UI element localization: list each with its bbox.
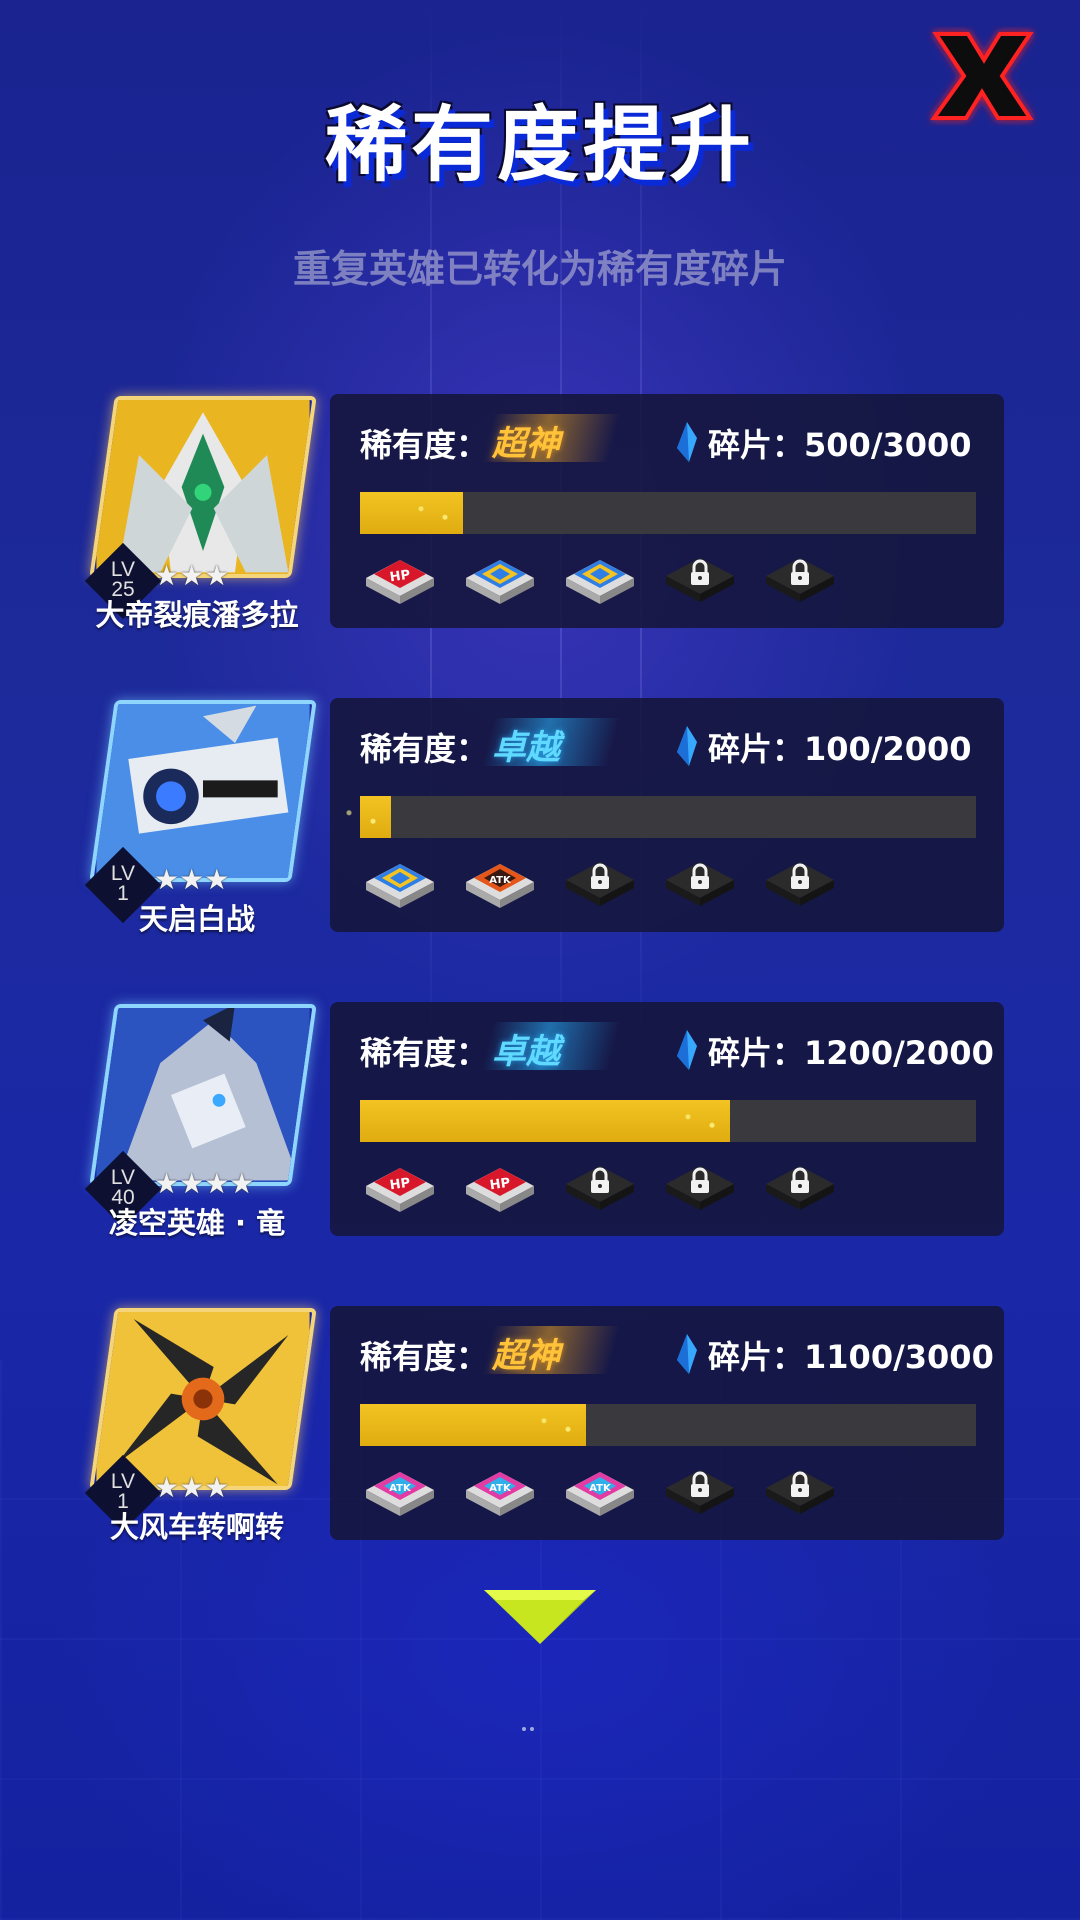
shard-icon — [677, 1030, 697, 1070]
page-subtitle: 重复英雄已转化为稀有度碎片 — [292, 247, 787, 291]
rarity-panel: 稀有度： 卓越 碎片：1200/2000 HP HP — [330, 1002, 1004, 1236]
shard-counter: 碎片：1200/2000 — [708, 1028, 994, 1074]
shard-progress-bar — [360, 1404, 976, 1446]
hero-row: LV 1 ★★★ 大风车转啊转 稀有度： 超神 碎片：1100/3000 ATK A… — [0, 1306, 1080, 1568]
close-icon — [930, 32, 1034, 120]
hp-badge-icon: HP — [460, 1152, 540, 1222]
shard-progress-bar — [360, 492, 976, 534]
lock-icon — [760, 544, 840, 614]
rarity-value: 超神 — [492, 424, 560, 464]
atk-pink-badge-icon: ATK — [360, 1456, 440, 1526]
shard-progress-fill — [360, 492, 463, 534]
star-rating: ★★★★ — [154, 1167, 255, 1200]
atk-pink-badge-icon: ATK — [560, 1456, 640, 1526]
svg-text:ATK: ATK — [589, 1483, 612, 1494]
shard-progress-bar — [360, 1100, 976, 1142]
hero-row: LV 1 ★★★ 天启白战 稀有度： 卓越 碎片：100/2000 ATK — [0, 698, 1080, 960]
rarity-value: 卓越 — [492, 1032, 560, 1072]
rarity-slots: ATK ATK ATK — [360, 1456, 1000, 1526]
rarity-label: 稀有度： — [360, 730, 489, 768]
hp-badge-icon: HP — [360, 544, 440, 614]
star-rating: ★★★ — [154, 863, 230, 896]
svg-text:ATK: ATK — [489, 875, 512, 886]
hero-row: LV 25 ★★★ 大帝裂痕潘多拉 稀有度： 超神 碎片：500/3000 HP — [0, 394, 1080, 656]
lock-icon — [760, 1456, 840, 1526]
svg-text:ATK: ATK — [489, 1483, 512, 1494]
shard-label: 碎片： — [708, 1034, 805, 1072]
lock-icon — [660, 1456, 740, 1526]
shard-progress-fill — [330, 796, 391, 838]
rarity-slots: ATK — [360, 848, 1000, 918]
shard-counter: 碎片：1100/3000 — [708, 1332, 994, 1378]
lock-icon — [660, 848, 740, 918]
shard-value: 1100/3000 — [804, 1338, 994, 1376]
chevron-down-icon — [484, 1590, 596, 1644]
close-button[interactable] — [926, 26, 1038, 126]
shard-progress-fill — [360, 1100, 730, 1142]
rarity-value: 卓越 — [492, 728, 560, 768]
scroll-down-button[interactable] — [480, 1584, 600, 1648]
shard-counter: 碎片：100/2000 — [708, 724, 972, 770]
shard-value: 1200/2000 — [804, 1034, 994, 1072]
fire-blue-badge-icon — [560, 544, 640, 614]
shard-label: 碎片： — [708, 1338, 805, 1376]
rarity-slots: HP — [360, 544, 1000, 614]
shard-label: 碎片： — [708, 426, 805, 464]
svg-text:HP: HP — [489, 1176, 511, 1194]
atk-orange-badge-icon: ATK — [460, 848, 540, 918]
lock-icon — [560, 1152, 640, 1222]
rarity-label: 稀有度： — [360, 1338, 489, 1376]
hero-name: 大帝裂痕潘多拉 — [95, 598, 299, 632]
star-rating: ★★★ — [154, 559, 230, 592]
lock-icon — [760, 1152, 840, 1222]
shard-icon — [677, 422, 697, 462]
rarity-panel: 稀有度： 超神 碎片：500/3000 HP — [330, 394, 1004, 628]
star-rating: ★★★ — [154, 1471, 230, 1504]
hero-name: 凌空英雄 · 竜 — [108, 1206, 286, 1240]
page-indicator — [520, 1716, 560, 1731]
hero-name: 天启白战 — [138, 902, 255, 936]
atk-pink-badge-icon: ATK — [460, 1456, 540, 1526]
hero-row: LV 40 ★★★★ 凌空英雄 · 竜 稀有度： 卓越 碎片：1200/2000 … — [0, 1002, 1080, 1264]
svg-text:HP: HP — [389, 1176, 411, 1194]
shard-progress-bar — [330, 796, 976, 838]
shard-label: 碎片： — [708, 730, 805, 768]
svg-text:HP: HP — [389, 568, 411, 586]
shard-counter: 碎片：500/3000 — [708, 420, 972, 466]
rarity-value: 超神 — [492, 1336, 560, 1376]
fire-blue-badge-icon — [360, 848, 440, 918]
lock-icon — [660, 544, 740, 614]
rarity-label: 稀有度： — [360, 1034, 489, 1072]
lock-icon — [760, 848, 840, 918]
shard-icon — [677, 726, 697, 766]
svg-text:ATK: ATK — [389, 1483, 412, 1494]
rarity-slots: HP HP — [360, 1152, 1000, 1222]
page-title: 稀有度提升 — [324, 98, 755, 193]
lock-icon — [660, 1152, 740, 1222]
shard-progress-fill — [360, 1404, 587, 1446]
hp-badge-icon: HP — [360, 1152, 440, 1222]
shard-value: 100/2000 — [804, 730, 972, 768]
rarity-panel: 稀有度： 卓越 碎片：100/2000 ATK — [330, 698, 1004, 932]
rarity-label: 稀有度： — [360, 426, 489, 464]
shard-icon — [677, 1334, 697, 1374]
hero-name: 大风车转啊转 — [109, 1510, 284, 1544]
fire-blue-badge-icon — [460, 544, 540, 614]
lock-icon — [560, 848, 640, 918]
rarity-panel: 稀有度： 超神 碎片：1100/3000 ATK ATK ATK — [330, 1306, 1004, 1540]
shard-value: 500/3000 — [804, 426, 972, 464]
